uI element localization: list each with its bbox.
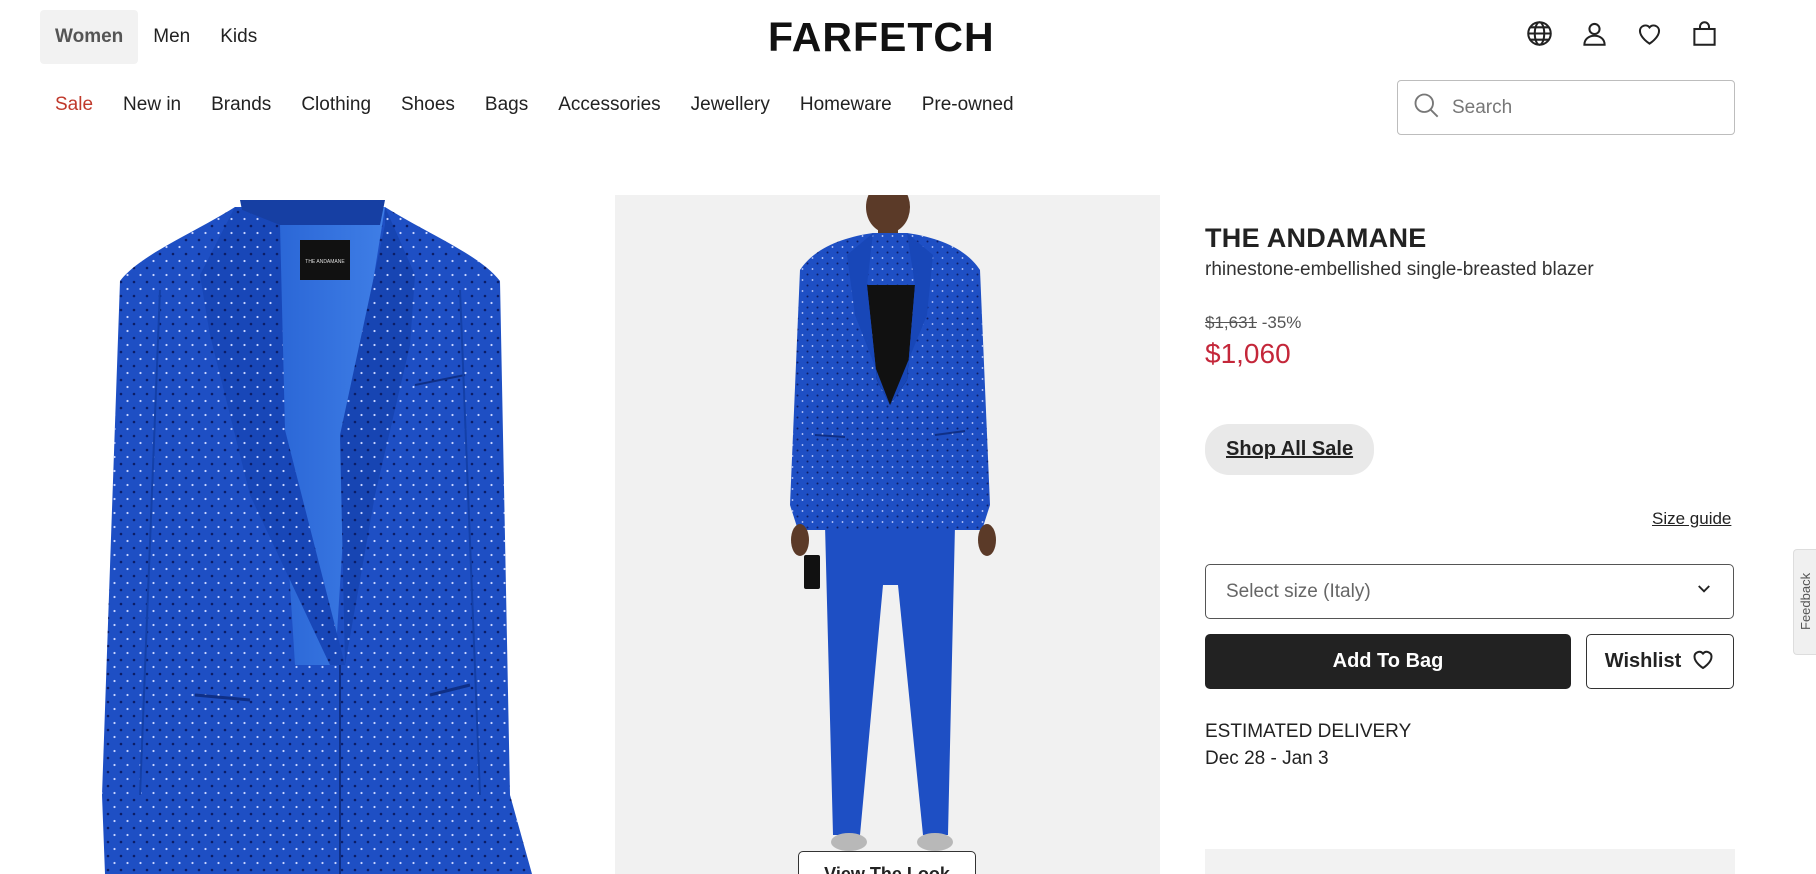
search-input[interactable] — [1452, 96, 1712, 119]
nav-bags[interactable]: Bags — [485, 94, 528, 116]
add-to-bag-button[interactable]: Add To Bag — [1205, 634, 1571, 689]
product-image-main[interactable]: THE ANDAMANE — [40, 195, 586, 874]
product-brand[interactable]: THE ANDAMANE — [1205, 223, 1427, 254]
nav-shoes[interactable]: Shoes — [401, 94, 455, 116]
feedback-tab[interactable]: Feedback — [1793, 549, 1816, 655]
farfetch-logo[interactable]: FARFETCH — [768, 14, 995, 61]
tab-kids[interactable]: Kids — [205, 10, 272, 64]
size-guide-link[interactable]: Size guide — [1652, 509, 1731, 529]
shop-all-sale-button[interactable]: Shop All Sale — [1205, 424, 1375, 475]
heart-icon — [1691, 647, 1715, 677]
size-select-label: Select size (Italy) — [1226, 580, 1371, 602]
info-panel — [1205, 849, 1735, 874]
header-icons — [1524, 18, 1720, 49]
nav-clothing[interactable]: Clothing — [301, 94, 371, 116]
estimated-delivery-label: ESTIMATED DELIVERY — [1205, 721, 1412, 742]
search-box[interactable] — [1397, 80, 1735, 135]
category-nav: Sale New in Brands Clothing Shoes Bags A… — [55, 94, 1014, 116]
nav-homeware[interactable]: Homeware — [800, 94, 892, 116]
wishlist-label: Wishlist — [1604, 650, 1682, 672]
nav-pre-owned[interactable]: Pre-owned — [922, 94, 1014, 116]
gender-tabs: Women Men Kids — [40, 10, 272, 64]
shopping-bag-icon[interactable] — [1689, 18, 1720, 49]
view-the-look-button[interactable]: View The Look — [798, 851, 976, 874]
svg-text:THE ANDAMANE: THE ANDAMANE — [305, 259, 345, 265]
nav-new-in[interactable]: New in — [123, 94, 181, 116]
product-description: rhinestone-embellished single-breasted b… — [1205, 259, 1594, 280]
estimated-delivery-date: Dec 28 - Jan 3 — [1205, 748, 1329, 769]
original-price-value: $1,631 — [1205, 313, 1257, 332]
tab-women[interactable]: Women — [40, 10, 139, 64]
feedback-label: Feedback — [1798, 572, 1813, 630]
sale-price: $1,060 — [1205, 338, 1291, 369]
chevron-down-icon — [1695, 580, 1713, 604]
nav-sale[interactable]: Sale — [55, 94, 93, 116]
size-select[interactable]: Select size (Italy) — [1205, 564, 1734, 619]
nav-brands[interactable]: Brands — [211, 94, 271, 116]
original-price: $1,631 -35% — [1205, 313, 1301, 333]
wishlist-heart-icon[interactable] — [1634, 18, 1665, 49]
wishlist-button[interactable]: Wishlist — [1586, 634, 1734, 689]
product-image-model[interactable]: View The Look — [615, 195, 1160, 874]
tab-men[interactable]: Men — [138, 10, 205, 64]
nav-jewellery[interactable]: Jewellery — [691, 94, 770, 116]
account-icon[interactable] — [1579, 18, 1610, 49]
nav-accessories[interactable]: Accessories — [558, 94, 660, 116]
search-icon — [1412, 91, 1440, 124]
discount-badge: -35% — [1261, 313, 1302, 332]
globe-icon[interactable] — [1524, 18, 1555, 49]
